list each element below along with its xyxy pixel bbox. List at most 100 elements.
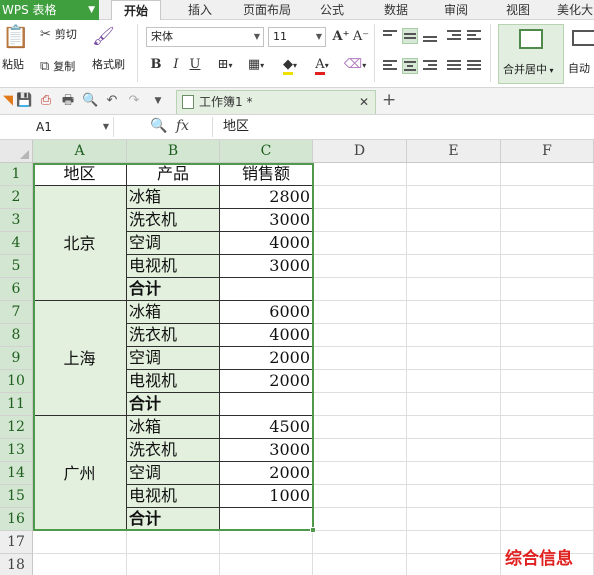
empty-cell[interactable] (407, 163, 501, 186)
row-header[interactable]: 3 (0, 209, 33, 232)
product-cell[interactable]: 电视机 (127, 370, 220, 393)
empty-cell[interactable] (501, 209, 594, 232)
row-header[interactable]: 6 (0, 278, 33, 301)
font-size-select[interactable]: 11 ▼ (268, 27, 326, 47)
document-tab[interactable]: 工作簿1 * ✕ (176, 90, 376, 114)
empty-cell[interactable] (313, 508, 407, 531)
tab-home[interactable]: 开始 (111, 0, 161, 21)
empty-cell[interactable] (33, 554, 127, 575)
tab-insert[interactable]: 插入 (178, 0, 222, 20)
region-cell[interactable]: 北京 (33, 186, 127, 301)
empty-cell[interactable] (407, 485, 501, 508)
row-header[interactable]: 5 (0, 255, 33, 278)
empty-cell[interactable] (407, 416, 501, 439)
tab-data[interactable]: 数据 (374, 0, 418, 20)
empty-cell[interactable] (407, 255, 501, 278)
total-label-cell[interactable]: 合计 (127, 393, 220, 416)
region-cell[interactable]: 上海 (33, 301, 127, 416)
merge-center-button[interactable]: 合并居中 ▾ (498, 24, 564, 84)
empty-cell[interactable] (313, 255, 407, 278)
empty-cell[interactable] (501, 370, 594, 393)
select-all-corner[interactable] (0, 140, 33, 163)
empty-cell[interactable] (501, 416, 594, 439)
column-header-e[interactable]: E (407, 140, 501, 163)
empty-cell[interactable] (407, 508, 501, 531)
empty-cell[interactable] (220, 554, 313, 575)
product-cell[interactable]: 空调 (127, 347, 220, 370)
sales-cell[interactable]: 3000 (220, 439, 313, 462)
region-cell[interactable]: 广州 (33, 416, 127, 531)
align-left-button[interactable] (382, 58, 398, 74)
app-menu-button[interactable]: WPS 表格 ▼ (0, 0, 99, 20)
empty-cell[interactable] (313, 324, 407, 347)
fill-color-button[interactable]: ◆▾ (276, 56, 304, 75)
row-header[interactable]: 12 (0, 416, 33, 439)
format-painter-button[interactable]: 🖌 格式刷 (92, 26, 125, 72)
sales-cell[interactable]: 2000 (220, 347, 313, 370)
sales-cell[interactable]: 4000 (220, 324, 313, 347)
row-header[interactable]: 17 (0, 531, 33, 554)
cell-fill-pattern-button[interactable]: ▦▾ (242, 56, 270, 74)
empty-cell[interactable] (313, 462, 407, 485)
new-tab-button[interactable]: + (382, 90, 396, 110)
row-header[interactable]: 15 (0, 485, 33, 508)
empty-cell[interactable] (313, 347, 407, 370)
empty-cell[interactable] (407, 554, 501, 575)
empty-cell[interactable] (313, 278, 407, 301)
product-cell[interactable]: 空调 (127, 462, 220, 485)
empty-cell[interactable] (501, 324, 594, 347)
sales-cell[interactable]: 2800 (220, 186, 313, 209)
empty-cell[interactable] (501, 163, 594, 186)
empty-cell[interactable] (313, 554, 407, 575)
empty-cell[interactable] (501, 462, 594, 485)
border-button[interactable]: ⊞▾ (210, 56, 240, 74)
empty-cell[interactable] (313, 232, 407, 255)
empty-cell[interactable] (313, 163, 407, 186)
empty-cell[interactable] (501, 439, 594, 462)
sales-cell[interactable]: 2000 (220, 370, 313, 393)
customize-arrow-icon[interactable]: ▼ (150, 93, 166, 109)
product-cell[interactable]: 电视机 (127, 485, 220, 508)
product-cell[interactable]: 洗衣机 (127, 209, 220, 232)
font-color-button[interactable]: A▾ (308, 56, 336, 75)
copy-button[interactable]: ⧉ 复制 (40, 58, 75, 74)
justify-button[interactable] (446, 58, 462, 74)
sales-cell[interactable]: 3000 (220, 255, 313, 278)
column-header-d[interactable]: D (313, 140, 407, 163)
empty-cell[interactable] (127, 531, 220, 554)
empty-cell[interactable] (501, 255, 594, 278)
row-header[interactable]: 11 (0, 393, 33, 416)
italic-button[interactable]: I (167, 56, 185, 74)
align-middle-button[interactable] (402, 28, 418, 44)
empty-cell[interactable] (313, 186, 407, 209)
clear-format-button[interactable]: ⌫▾ (342, 56, 368, 74)
product-cell[interactable]: 洗衣机 (127, 439, 220, 462)
empty-cell[interactable] (407, 347, 501, 370)
empty-cell[interactable] (501, 393, 594, 416)
row-header[interactable]: 18 (0, 554, 33, 575)
print-preview-icon[interactable]: 🔍 (82, 93, 98, 109)
row-header[interactable]: 10 (0, 370, 33, 393)
align-right-button[interactable] (422, 58, 438, 74)
empty-cell[interactable] (407, 393, 501, 416)
sales-cell[interactable]: 4500 (220, 416, 313, 439)
paste-button[interactable]: 📋 粘贴 (2, 26, 29, 72)
product-cell[interactable]: 洗衣机 (127, 324, 220, 347)
close-icon[interactable]: ✕ (359, 91, 369, 113)
undo-icon[interactable]: ↶ (104, 93, 120, 109)
tab-formulas[interactable]: 公式 (310, 0, 354, 20)
empty-cell[interactable] (407, 370, 501, 393)
font-name-select[interactable]: 宋体 ▼ (146, 27, 264, 47)
empty-cell[interactable] (501, 278, 594, 301)
empty-cell[interactable] (407, 278, 501, 301)
empty-cell[interactable] (501, 485, 594, 508)
empty-cell[interactable] (127, 554, 220, 575)
empty-cell[interactable] (407, 209, 501, 232)
empty-cell[interactable] (501, 301, 594, 324)
product-cell[interactable]: 冰箱 (127, 301, 220, 324)
redo-icon[interactable]: ↷ (126, 93, 142, 109)
spreadsheet-grid[interactable]: A B C D E F 1 2 3 4 5 6 7 8 9 10 11 12 1… (0, 140, 594, 575)
total-value-cell[interactable] (220, 393, 313, 416)
fill-handle[interactable] (310, 527, 316, 533)
product-cell[interactable]: 空调 (127, 232, 220, 255)
